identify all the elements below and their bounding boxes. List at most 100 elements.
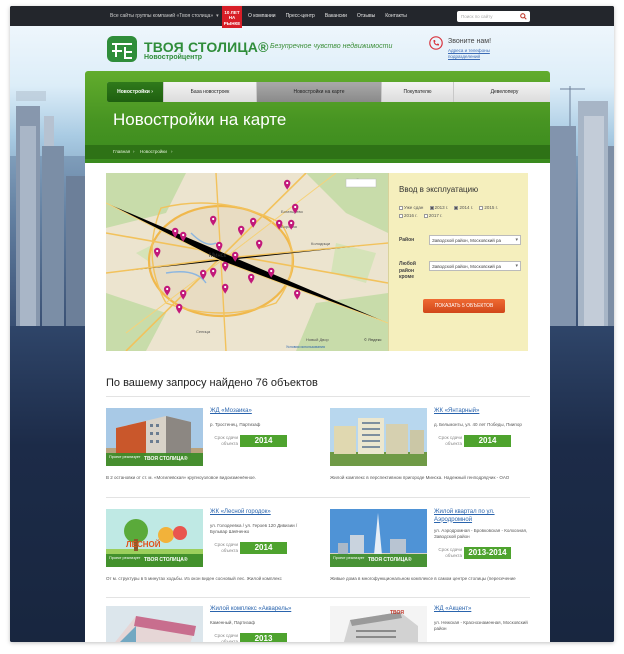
tab-base[interactable]: База новостроек	[164, 82, 257, 102]
developer-badge: Проект реализует ТВОЯ СТОЛИЦА®	[106, 453, 203, 466]
tab-map[interactable]: Новостройки на карте	[257, 82, 382, 102]
map-label-novy-dvor: Новый Двор	[306, 337, 329, 342]
top-nav: О компании Пресс-центр Вакансии Отзывы Конта…	[248, 13, 417, 19]
option-label: 2017 г.	[428, 213, 443, 218]
map-area[interactable]: Минск Сокол Богатырево Колодищи Боровая …	[106, 173, 388, 351]
checkbox[interactable]	[479, 206, 484, 210]
listing-address: Каменный, Партизаф	[210, 620, 255, 625]
tab-buyer[interactable]: Покупателю	[382, 82, 454, 102]
badge-brand: ТВОЯ СТОЛИЦА®	[368, 557, 412, 563]
listing-year-badge: 2013	[240, 633, 287, 642]
listing-name[interactable]: Жилой квартал по ул. Аэродромной	[434, 509, 529, 524]
filter-option-2016[interactable]: 2016 г.	[399, 212, 418, 220]
chevron-down-icon: ▾	[515, 237, 518, 243]
district-label: Район	[399, 237, 415, 243]
listing-image[interactable]: Проект реализует ТВОЯ СТОЛИЦА®	[330, 509, 427, 567]
district-value: Заводской район, Московский ра	[432, 238, 502, 243]
listing-image[interactable]: Проект реализует ТВОЯ СТОЛИЦА®	[106, 408, 203, 466]
tab-developer[interactable]: Девелоперу	[454, 82, 550, 102]
filter-option-2014[interactable]: 2014 г.	[454, 204, 473, 212]
search-input[interactable]: Поиск по сайту	[457, 11, 530, 22]
chevron-right-icon: ›	[151, 89, 153, 95]
developer-badge: Проект реализует ТВОЯ СТОЛИЦА®	[106, 554, 203, 567]
phone-icon	[429, 36, 443, 50]
site-header: ТВОЯ СТОЛИЦА® Новостройцентр Безупречное…	[10, 26, 614, 76]
map-layer-switch[interactable]	[345, 178, 377, 188]
listing-card[interactable]: ЖК «Янтарный» д. Бельмонты, ул. 40 лет П…	[330, 408, 530, 488]
top-nav-vacancies[interactable]: Вакансии	[325, 13, 347, 19]
tab-bar: Новостройки › База новостроек Новостройк…	[107, 82, 550, 102]
exclude-district-select[interactable]: Заводской район, Московский ра ▾	[429, 261, 521, 271]
logo-icon[interactable]	[106, 35, 138, 63]
listing-year-badge: 2013-2014	[464, 547, 511, 559]
listing-deadline-label: Срок сдачи объекта	[214, 633, 238, 642]
option-label: Уже сдан	[404, 205, 424, 210]
listing-name[interactable]: ЖК «Лесной городок»	[210, 509, 305, 517]
divider	[106, 497, 530, 498]
results-title: По вашему запросу найдено 76 объектов	[106, 377, 318, 389]
district-select[interactable]: Заводской район, Московский ра ▾	[429, 235, 521, 245]
top-nav-press[interactable]: Пресс-центр	[286, 13, 315, 19]
map-label-senitsa: Сеница	[196, 329, 211, 334]
breadcrumb-novostroyki[interactable]: Новостройки	[140, 149, 167, 154]
listing-name[interactable]: ЖД «Мозаика»	[210, 408, 305, 416]
svg-text:ЛЕСНОЙ: ЛЕСНОЙ	[126, 540, 161, 549]
filter-option-2015[interactable]: 2015 г.	[479, 204, 498, 212]
listing-description: В 2 остановки от ст. м. «Могилевская» кр…	[106, 475, 256, 480]
badge-brand: ТВОЯ СТОЛИЦА®	[144, 456, 188, 462]
listing-card[interactable]: ТВОЯ ЖД «Акцент» ул. Нежская - Краснозна…	[330, 606, 530, 642]
checkbox[interactable]	[399, 214, 403, 218]
listing-name[interactable]: ЖД «Акцент»	[434, 606, 529, 614]
listing-address: ул. Аэродромная - Бровковская - Колхозна…	[434, 528, 528, 539]
listing-deadline-label: Срок сдачи объекта	[214, 542, 238, 553]
show-objects-button[interactable]: ПОКАЗАТЬ 5 ОБЪЕКТОВ	[423, 299, 505, 313]
page-title: Новостройки на карте	[113, 110, 287, 129]
filter-option-2017[interactable]: 2017 г.	[423, 212, 443, 220]
green-banner: Новостройки › База новостроек Новостройк…	[85, 71, 550, 163]
breadcrumb-separator: ›	[133, 149, 135, 154]
listing-name[interactable]: Жилой комплекс «Акварель»	[210, 606, 305, 614]
filter-option-delivered[interactable]: Уже сдан	[399, 204, 423, 212]
listing-card[interactable]: Проект реализует ТВОЯ СТОЛИЦА® ЖД «Мозаик…	[106, 408, 306, 488]
badge-brand: ТВОЯ СТОЛИЦА®	[144, 557, 188, 563]
checkbox[interactable]	[454, 206, 459, 210]
top-nav-reviews[interactable]: Отзывы	[357, 13, 375, 19]
group-sites-dropdown[interactable]: Все сайты группы компаний «Твоя столица»…	[110, 13, 219, 19]
brand-subtitle: Новостройцентр	[144, 54, 203, 61]
call-us-link[interactable]: Адреса и телефоны подразделений	[448, 48, 518, 60]
checkbox[interactable]	[429, 206, 434, 210]
listing-image[interactable]	[330, 408, 427, 466]
listing-card[interactable]: Жилой комплекс «Акварель» Каменный, Парт…	[106, 606, 306, 642]
anniversary-badge: 10 ЛЕТ НА РЫНКЕ	[222, 6, 242, 28]
listing-card[interactable]: Проект реализует ТВОЯ СТОЛИЦА® Жилой квар…	[330, 509, 530, 589]
listing-image[interactable]: ЛЕСНОЙ Проект реализует ТВОЯ СТОЛИЦА®	[106, 509, 203, 567]
developer-badge: Проект реализует ТВОЯ СТОЛИЦА®	[330, 554, 427, 567]
tab-novostroyki[interactable]: Новостройки ›	[107, 82, 164, 102]
listing-description: Жилой комплекс в перспективном пригороде…	[330, 475, 510, 480]
badge-label: Проект реализует	[333, 556, 365, 560]
map-copyright: © Яндекс	[364, 337, 382, 342]
breadcrumb-home[interactable]: Главная	[113, 149, 130, 154]
search-placeholder: Поиск по сайту	[461, 14, 493, 19]
listing-name[interactable]: ЖК «Янтарный»	[434, 408, 529, 416]
map-terms-link[interactable]: Условия использования	[286, 345, 325, 349]
map-city-label: Минск	[209, 253, 227, 259]
listing-deadline-label: Срок сдачи объекта	[438, 435, 462, 446]
filter-panel: Ввод в эксплуатацию Уже сдан 2013 г. 201…	[388, 173, 528, 351]
checkbox[interactable]	[423, 214, 428, 218]
top-nav-about[interactable]: О компании	[248, 13, 276, 19]
checkbox[interactable]	[399, 206, 403, 210]
chevron-down-icon: ▾	[515, 263, 518, 269]
listing-image[interactable]	[106, 606, 203, 642]
divider	[106, 597, 530, 598]
search-icon[interactable]	[520, 13, 527, 20]
map-canvas[interactable]: Минск Сокол Богатырево Колодищи Боровая …	[106, 173, 388, 351]
divider	[106, 396, 530, 397]
listing-card[interactable]: ЛЕСНОЙ Проект реализует ТВОЯ СТОЛИЦА® ЖК …	[106, 509, 306, 589]
breadcrumb-separator: ›	[171, 149, 173, 154]
filter-option-2013[interactable]: 2013 г.	[429, 204, 448, 212]
listing-deadline-label: Срок сдачи объекта	[214, 435, 238, 446]
listing-image[interactable]: ТВОЯ	[330, 606, 427, 642]
top-nav-contacts[interactable]: Контакты	[385, 13, 407, 19]
brand-name: ТВОЯ СТОЛИЦА®	[144, 39, 269, 55]
